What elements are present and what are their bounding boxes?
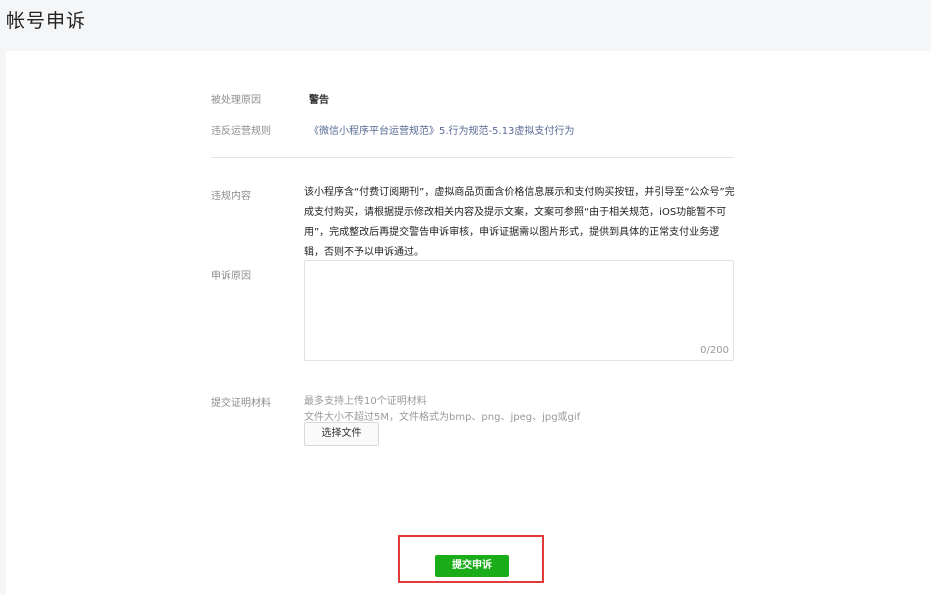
- violation-label: 违规内容: [211, 191, 251, 202]
- evidence-hint-format: 文件大小不超过5M，文件格式为bmp、png、jpeg、jpg或gif: [304, 412, 581, 423]
- rule-link[interactable]: 《微信小程序平台运营规范》5.行为规范-5.13虚拟支付行为: [309, 122, 574, 137]
- char-counter: 0/200: [700, 345, 729, 356]
- divider: [211, 157, 734, 158]
- page-title: 帐号申诉: [6, 10, 87, 32]
- evidence-hint-count: 最多支持上传10个证明材料: [304, 396, 427, 407]
- choose-file-button[interactable]: 选择文件: [304, 422, 379, 446]
- reason-label: 被处理原因: [211, 95, 261, 106]
- appeal-reason-textarea[interactable]: 0/200: [304, 260, 734, 361]
- appeal-form-panel: 被处理原因 警告 违反运营规则 《微信小程序平台运营规范》5.行为规范-5.13…: [6, 51, 931, 595]
- violation-content: 该小程序含“付费订阅期刊”，虚拟商品页面含价格信息展示和支付购买按钮，并引导至“…: [304, 187, 735, 258]
- appeal-reason-label: 申诉原因: [211, 271, 251, 282]
- evidence-label: 提交证明材料: [211, 398, 271, 409]
- submit-appeal-button[interactable]: 提交申诉: [435, 555, 509, 577]
- reason-value: 警告: [309, 95, 329, 106]
- rule-label: 违反运营规则: [211, 126, 271, 137]
